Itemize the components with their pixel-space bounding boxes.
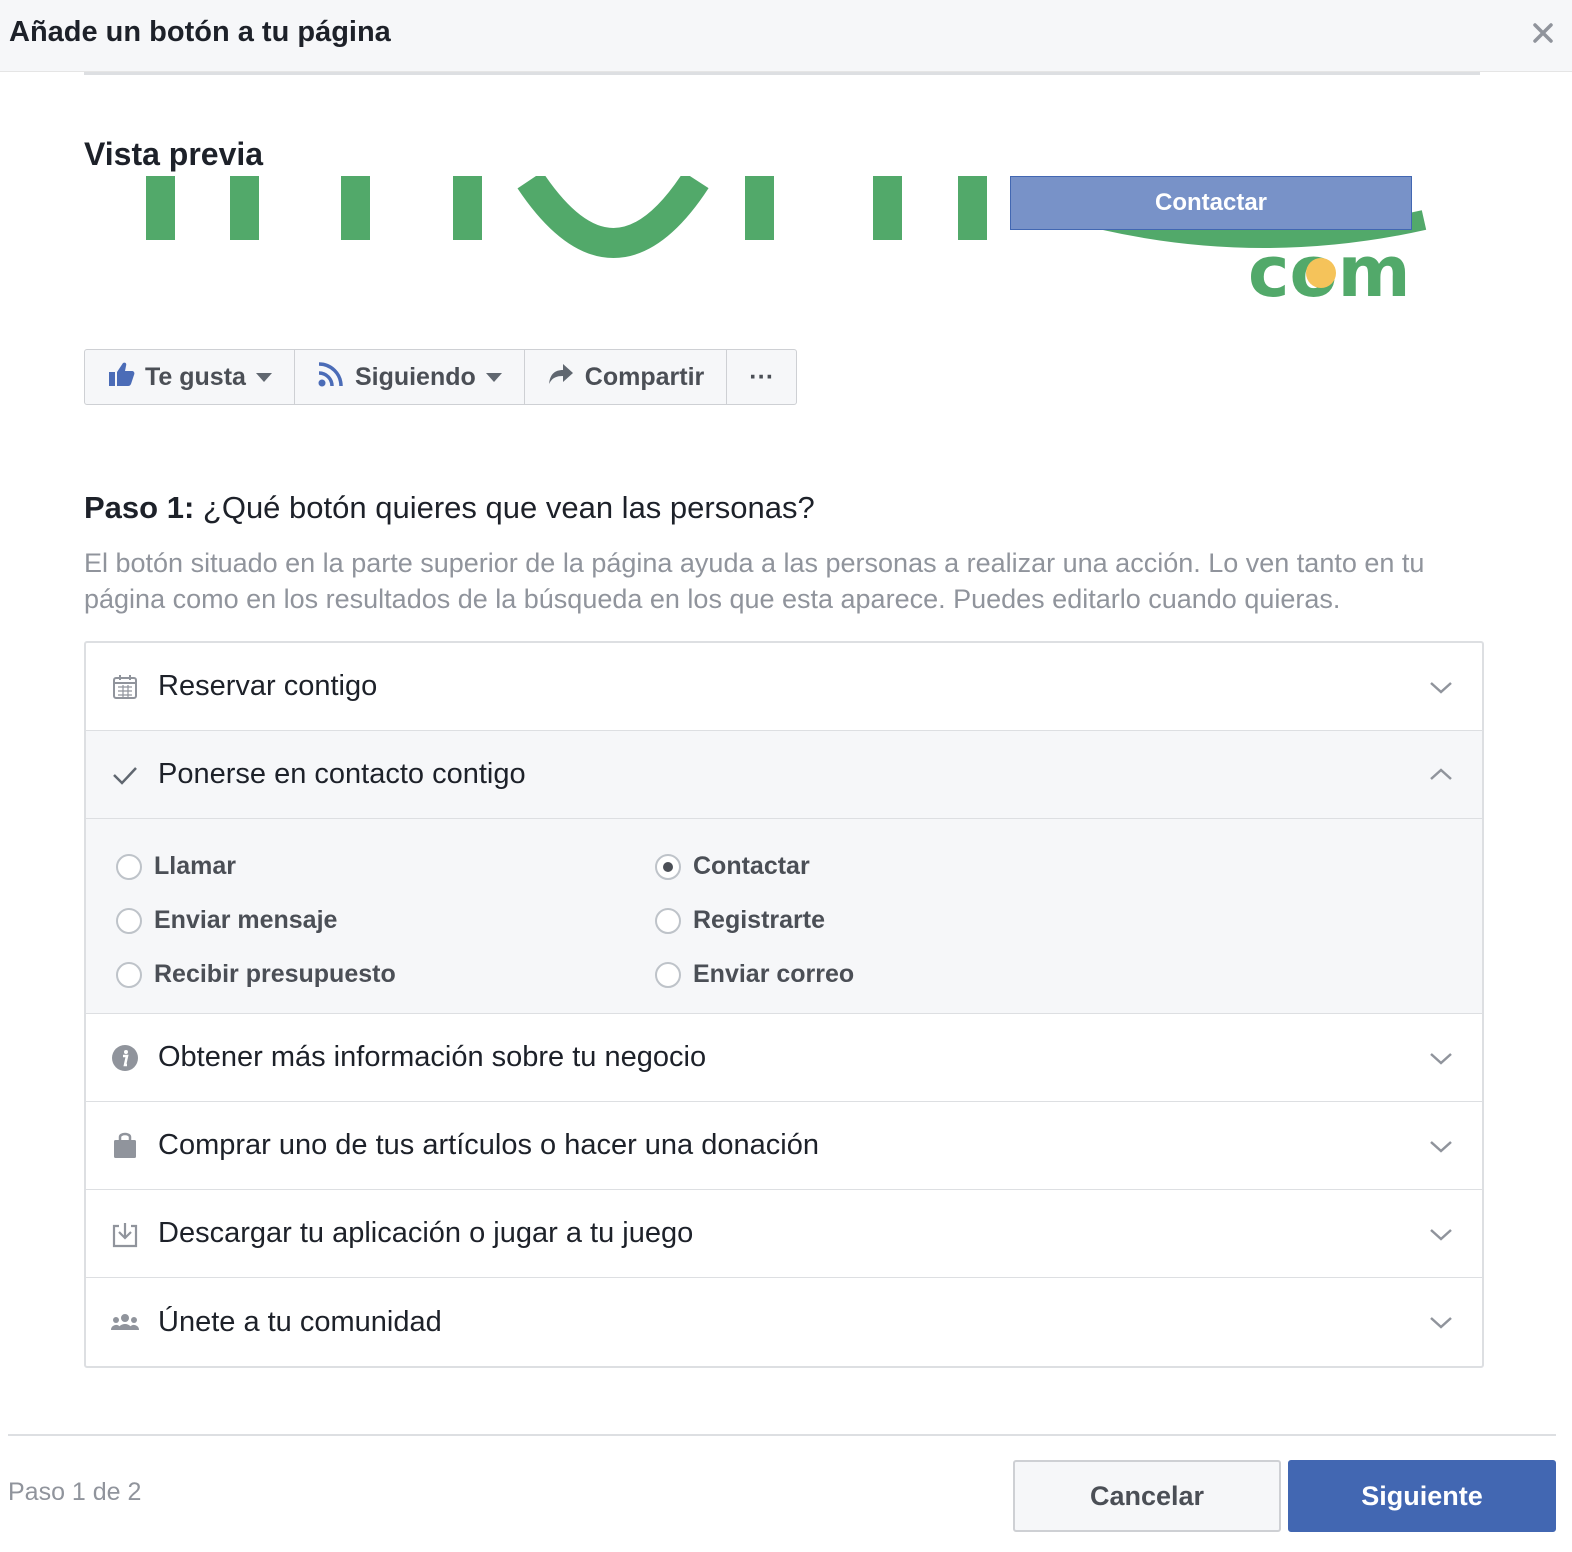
header-divider [84, 72, 1480, 75]
radio-circle [116, 961, 142, 988]
radio-contact[interactable]: Contactar [655, 852, 810, 881]
thumbs-up-icon [107, 360, 135, 395]
next-button[interactable]: Siguiente [1288, 1460, 1556, 1532]
option-label: Comprar uno de tus artículos o hacer una… [158, 1129, 819, 1161]
info-icon [110, 1043, 140, 1073]
chevron-down-icon [1426, 1219, 1456, 1249]
close-icon[interactable] [1528, 18, 1558, 48]
share-arrow-icon [547, 360, 575, 395]
radio-label: Llamar [154, 852, 236, 880]
caret-down-icon [255, 372, 272, 382]
radio-circle-checked [655, 853, 681, 880]
preview-contact-button[interactable]: Contactar [1010, 176, 1412, 230]
chevron-down-icon [1426, 672, 1456, 702]
footer-divider [8, 1434, 1556, 1436]
option-book[interactable]: Reservar contigo [86, 643, 1482, 731]
radio-send-message[interactable]: Enviar mensaje [116, 906, 337, 935]
option-learn-more[interactable]: Obtener más información sobre tu negocio [86, 1014, 1482, 1102]
page-action-bar: Te gusta Siguiendo Compartir ··· [84, 349, 798, 405]
preview-label: Vista previa [84, 136, 264, 172]
cancel-button[interactable]: Cancelar [1013, 1460, 1281, 1532]
step-title: Paso 1: ¿Qué botón quieres que vean las … [84, 490, 815, 526]
share-button[interactable]: Compartir [525, 350, 728, 404]
option-label: Descargar tu aplicación o jugar a tu jue… [158, 1217, 694, 1249]
download-icon [110, 1219, 140, 1249]
radio-sign-up[interactable]: Registrarte [655, 906, 825, 935]
contact-choices: Llamar Enviar mensaje Recibir presupuest… [86, 819, 1482, 1014]
radio-circle [116, 907, 142, 934]
chevron-up-icon [1426, 760, 1456, 790]
option-join-community[interactable]: Únete a tu comunidad [86, 1278, 1482, 1366]
option-label: Obtener más información sobre tu negocio [158, 1041, 707, 1073]
like-label: Te gusta [145, 362, 246, 391]
radio-circle [655, 907, 681, 934]
dialog-title: Añade un botón a tu página [9, 16, 391, 48]
option-label: Ponerse en contacto contigo [158, 758, 526, 790]
radio-get-quote[interactable]: Recibir presupuesto [116, 960, 396, 989]
step-count: Paso 1 de 2 [8, 1478, 142, 1506]
shopping-bag-icon [110, 1131, 140, 1161]
radio-label: Registrarte [693, 906, 825, 934]
radio-call[interactable]: Llamar [116, 852, 236, 881]
like-button[interactable]: Te gusta [85, 350, 295, 404]
group-icon [110, 1307, 140, 1337]
step-question: ¿Qué botón quieres que vean las personas… [194, 490, 815, 525]
option-contact[interactable]: Ponerse en contacto contigo [86, 731, 1482, 819]
radio-circle [655, 961, 681, 988]
more-button[interactable]: ··· [727, 350, 796, 404]
dialog-header: Añade un botón a tu página [0, 0, 1572, 72]
following-button[interactable]: Siguiendo [295, 350, 525, 404]
following-label: Siguiendo [354, 362, 476, 391]
option-shop[interactable]: Comprar uno de tus artículos o hacer una… [86, 1102, 1482, 1190]
step-description: El botón situado en la parte superior de… [84, 548, 1425, 614]
calendar-icon [110, 672, 140, 702]
radio-label: Recibir presupuesto [154, 960, 396, 988]
share-label: Compartir [584, 362, 705, 391]
caret-down-icon [485, 372, 502, 382]
step-prefix: Paso 1: [84, 490, 195, 525]
option-download[interactable]: Descargar tu aplicación o jugar a tu jue… [86, 1190, 1482, 1278]
radio-circle [116, 853, 142, 880]
chevron-down-icon [1426, 1131, 1456, 1161]
option-label: Reservar contigo [158, 670, 378, 702]
chevron-down-icon [1426, 1307, 1456, 1337]
more-icon: ··· [749, 362, 775, 391]
checkmark-icon [110, 760, 140, 790]
button-type-list: Reservar contigo Ponerse en contacto con… [84, 641, 1484, 1368]
radio-label: Enviar mensaje [154, 906, 338, 934]
radio-send-email[interactable]: Enviar correo [655, 960, 854, 989]
radio-label: Enviar correo [693, 960, 855, 988]
rss-icon [317, 360, 345, 395]
option-label: Únete a tu comunidad [158, 1305, 442, 1338]
chevron-down-icon [1426, 1043, 1456, 1073]
radio-label: Contactar [693, 852, 810, 880]
